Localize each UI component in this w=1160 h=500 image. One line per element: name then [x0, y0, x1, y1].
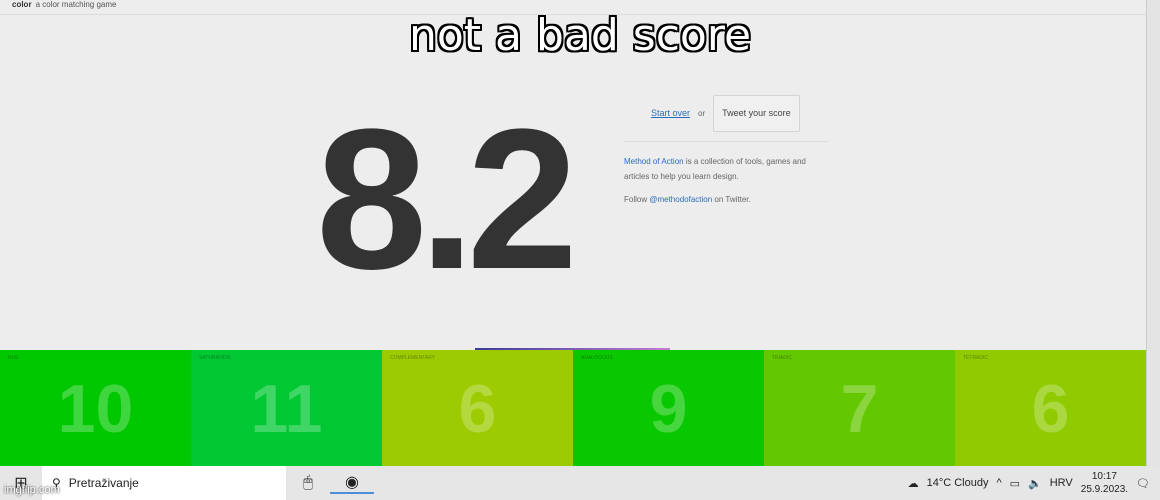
- watermark: imgflip.com: [4, 484, 60, 496]
- tile-value: 6: [1031, 371, 1070, 447]
- start-over-link[interactable]: Start over: [651, 106, 690, 121]
- score: 8.2: [316, 88, 578, 311]
- taskbar: ⊞ ⚲ Pretraživanje 🖱 ◉ ☁ 14°C Cloudy ^ ▭ 🔈…: [0, 466, 1160, 500]
- tagline: a color matching game: [35, 0, 117, 9]
- score-tile-hue: Hue 10: [0, 350, 191, 466]
- language[interactable]: HRV: [1050, 477, 1073, 489]
- scrollbar[interactable]: [1146, 0, 1160, 466]
- mouse-app-icon[interactable]: 🖱: [286, 474, 330, 492]
- tile-label: Complementary: [390, 355, 436, 361]
- tile-value: 7: [840, 371, 879, 447]
- score-tile-saturation: Saturation 11: [191, 350, 382, 466]
- chrome-icon[interactable]: ◉: [330, 472, 374, 494]
- score-tile-analogous: Analogous 9: [573, 350, 764, 466]
- tile-label: Analogous: [581, 355, 613, 361]
- taskbar-search[interactable]: ⚲ Pretraživanje: [42, 466, 286, 500]
- notifications-icon[interactable]: 🗨: [1136, 477, 1150, 490]
- volume-icon[interactable]: 🔈: [1028, 477, 1042, 490]
- or-text: or: [698, 109, 706, 118]
- tile-label: Tetradic: [963, 355, 988, 361]
- tile-label: Hue: [8, 355, 19, 361]
- tile-label: Triadic: [772, 355, 792, 361]
- follow-text: Follow @methodofaction on Twitter.: [624, 195, 751, 204]
- brand[interactable]: color: [12, 0, 32, 9]
- score-tiles: Hue 10 Saturation 11 Complementary 6 Analogous…: [0, 350, 1146, 466]
- score-tile-triadic: Triadic 7: [764, 350, 955, 466]
- meme-caption: not a bad score: [408, 10, 752, 61]
- weather-icon[interactable]: ☁: [908, 477, 919, 490]
- tweet-score-button[interactable]: Tweet your score: [713, 95, 800, 132]
- score-tile-complementary: Complementary 6: [382, 350, 573, 466]
- clock[interactable]: 10:17 25.9.2023.: [1081, 470, 1128, 496]
- side-panel: Start over or Tweet your score Method of…: [624, 95, 829, 215]
- tile-value: 10: [57, 371, 134, 447]
- twitter-link[interactable]: @methodofaction: [649, 195, 712, 204]
- network-icon[interactable]: ▭: [1010, 477, 1020, 490]
- tile-value: 6: [458, 371, 497, 447]
- chevron-up-icon[interactable]: ^: [996, 477, 1001, 489]
- about-text: Method of Action is a collection of tool…: [624, 157, 806, 181]
- weather[interactable]: 14°C Cloudy: [927, 477, 989, 489]
- tile-value: 11: [250, 371, 323, 447]
- method-of-action-link[interactable]: Method of Action: [624, 157, 684, 166]
- tile-value: 9: [649, 371, 688, 447]
- tile-label: Saturation: [199, 355, 231, 361]
- score-tile-tetradic: Tetradic 6: [955, 350, 1146, 466]
